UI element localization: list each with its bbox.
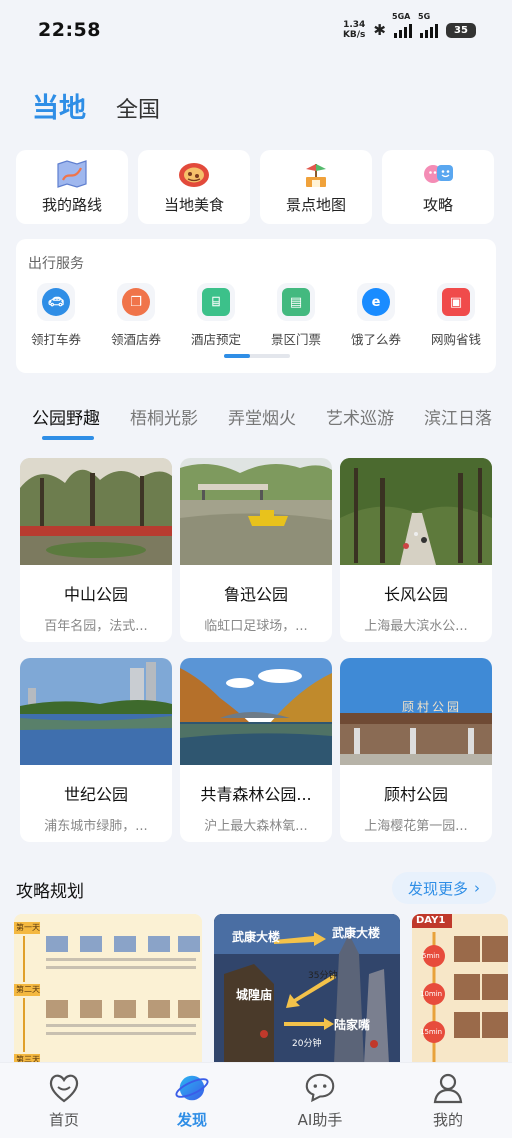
services-page-indicator (224, 354, 290, 358)
discover-planet-icon (175, 1071, 209, 1105)
travel-services-panel: 出行服务 🚗︎ 领打车券 ❐ 领酒店券 ⌸ 酒店预定 ▤ 景区门票 e 饿了么券… (16, 239, 496, 373)
park-name: 共青森林公园... (200, 785, 312, 804)
park-name: 中山公园 (63, 585, 128, 604)
hotel-booking-button[interactable]: ⌸ 酒店预定 (176, 283, 256, 348)
guides-section-title: 攻略规划 (16, 882, 84, 902)
taxi-icon: 🚗︎ (37, 283, 75, 321)
quick-entries: 我的路线 当地美食 景点地图 攻略 (16, 150, 496, 224)
park-card[interactable]: 鲁迅公园 临虹口足球场，... (180, 458, 332, 642)
park-card[interactable]: 共青森林公园... 沪上最大森林氧... (180, 658, 332, 842)
home-heart-icon (47, 1071, 81, 1105)
guide-stop-label: 城隍庙 (236, 988, 273, 1002)
park-photo: 顾村公园 (340, 658, 492, 765)
park-card[interactable]: 长风公园 上海最大滨水公... (340, 458, 492, 642)
guide-cards: 第一天 第二天 第三天 武康大楼 武康大楼 城隍庙 陆家嘴 35分钟 20分钟 … (14, 914, 512, 1064)
status-indicators: 1.34 KB/s ✱ 5GA 5G 35 (342, 12, 476, 40)
guide-day-label: DAY1 (416, 915, 446, 926)
guide-stop-label: 武康大楼 (232, 930, 281, 944)
ticket-icon: ▤ (277, 283, 315, 321)
hotel-icon: ⌸ (197, 283, 235, 321)
nav-home[interactable]: 首页 (19, 1071, 109, 1138)
park-photo (340, 458, 492, 565)
tab-art-tour[interactable]: 艺术巡游 (326, 404, 394, 429)
guide-stop-label: 武康大楼 (332, 926, 381, 940)
park-photo (180, 658, 332, 765)
park-desc: 浦东城市绿肺，... (44, 819, 148, 834)
profile-icon (431, 1071, 465, 1105)
status-bar: 22:58 1.34 KB/s ✱ 5GA 5G 35 (0, 0, 512, 60)
nav-discover[interactable]: 发现 (147, 1071, 237, 1138)
park-name: 长风公园 (383, 585, 448, 604)
nav-profile[interactable]: 我的 (403, 1071, 493, 1138)
battery-icon: 35 (446, 22, 476, 38)
hotel-coupon-button[interactable]: ❐ 领酒店券 (96, 283, 176, 348)
attraction-map-icon (300, 160, 332, 188)
bluetooth-icon: ✱ (373, 21, 386, 39)
park-desc: 沪上最大森林氧... (204, 819, 308, 834)
services-title: 出行服务 (28, 256, 84, 272)
attraction-map-button[interactable]: 景点地图 (260, 150, 372, 224)
guide-day1-label: 第一天 (16, 923, 40, 932)
my-routes-button[interactable]: 我的路线 (16, 150, 128, 224)
network-speed: 1.34 KB/s (342, 20, 366, 40)
tab-plane-trees[interactable]: 梧桐光影 (130, 404, 198, 429)
bottom-nav: 首页 发现 AI助手 我的 (0, 1062, 512, 1138)
tab-local[interactable]: 当地 (32, 86, 86, 125)
hotel-coupon-icon: ❐ (117, 283, 155, 321)
discover-more-button[interactable]: 发现更多 › (392, 872, 496, 904)
nav-ai-assistant[interactable]: AI助手 (275, 1071, 365, 1138)
region-tabs: 当地 全国 (32, 86, 160, 125)
park-desc: 百年名园，法式... (44, 619, 148, 634)
park-gate-sign: 顾村公园 (402, 700, 463, 714)
tab-alley-life[interactable]: 弄堂烟火 (228, 404, 296, 429)
park-name: 世纪公园 (63, 785, 128, 804)
shopping-savings-button[interactable]: ▣ 网购省钱 (416, 283, 496, 348)
eleme-icon: e (357, 283, 395, 321)
guide-card[interactable]: 武康大楼 武康大楼 城隍庙 陆家嘴 35分钟 20分钟 (214, 914, 400, 1064)
food-icon (178, 160, 210, 188)
category-tabs: 公园野趣 梧桐光影 弄堂烟火 艺术巡游 滨江日落 (32, 404, 512, 429)
chevron-right-icon: › (474, 879, 480, 897)
park-list: 中山公园 百年名园，法式... 鲁迅公园 临虹口足球场，... 长风公园 上海最… (20, 458, 492, 842)
category-tab-indicator (42, 436, 94, 440)
tab-riverside-sunset[interactable]: 滨江日落 (424, 404, 492, 429)
tab-national[interactable]: 全国 (116, 92, 160, 124)
taxi-coupon-button[interactable]: 🚗︎ 领打车券 (16, 283, 96, 348)
ticket-button[interactable]: ▤ 景区门票 (256, 283, 336, 348)
park-name: 顾村公园 (383, 785, 448, 804)
park-desc: 上海樱花第一园... (364, 819, 468, 834)
guide-card[interactable]: DAY1 5min 10min 15min (412, 914, 508, 1064)
route-map-icon (56, 159, 88, 188)
park-card[interactable]: 中山公园 百年名园，法式... (20, 458, 172, 642)
guide-time-label: 5min (422, 952, 440, 960)
park-card[interactable]: 世纪公园 浦东城市绿肺，... (20, 658, 172, 842)
services-list: 🚗︎ 领打车券 ❐ 领酒店券 ⌸ 酒店预定 ▤ 景区门票 e 饿了么券 ▣ 网购… (16, 283, 496, 348)
signal-sim1-icon: 5GA (392, 12, 412, 38)
guide-time-label: 10min (420, 990, 443, 998)
eleme-coupon-button[interactable]: e 饿了么券 (336, 283, 416, 348)
park-desc: 上海最大滨水公... (364, 619, 468, 634)
guide-icon (422, 160, 454, 188)
shopping-icon: ▣ (437, 283, 475, 321)
guide-duration-label: 20分钟 (292, 1039, 322, 1049)
signal-sim2-icon: 5G (418, 12, 438, 38)
park-card[interactable]: 顾村公园 顾村公园 上海樱花第一园... (340, 658, 492, 842)
status-time: 22:58 (38, 19, 101, 41)
park-desc: 临虹口足球场，... (204, 619, 308, 634)
park-photo (20, 658, 172, 765)
guide-stop-label: 陆家嘴 (334, 1018, 371, 1032)
guide-card[interactable]: 第一天 第二天 第三天 (14, 914, 202, 1064)
guide-time-label: 15min (420, 1028, 443, 1036)
guide-day2-label: 第二天 (16, 985, 40, 994)
park-photo (20, 458, 172, 565)
guide-duration-label: 35分钟 (308, 971, 338, 981)
park-name: 鲁迅公园 (223, 585, 288, 604)
guide-button[interactable]: 攻略 (382, 150, 494, 224)
local-food-button[interactable]: 当地美食 (138, 150, 250, 224)
park-photo (180, 458, 332, 565)
ai-assistant-icon (303, 1071, 337, 1105)
tab-park-nature[interactable]: 公园野趣 (32, 404, 100, 429)
